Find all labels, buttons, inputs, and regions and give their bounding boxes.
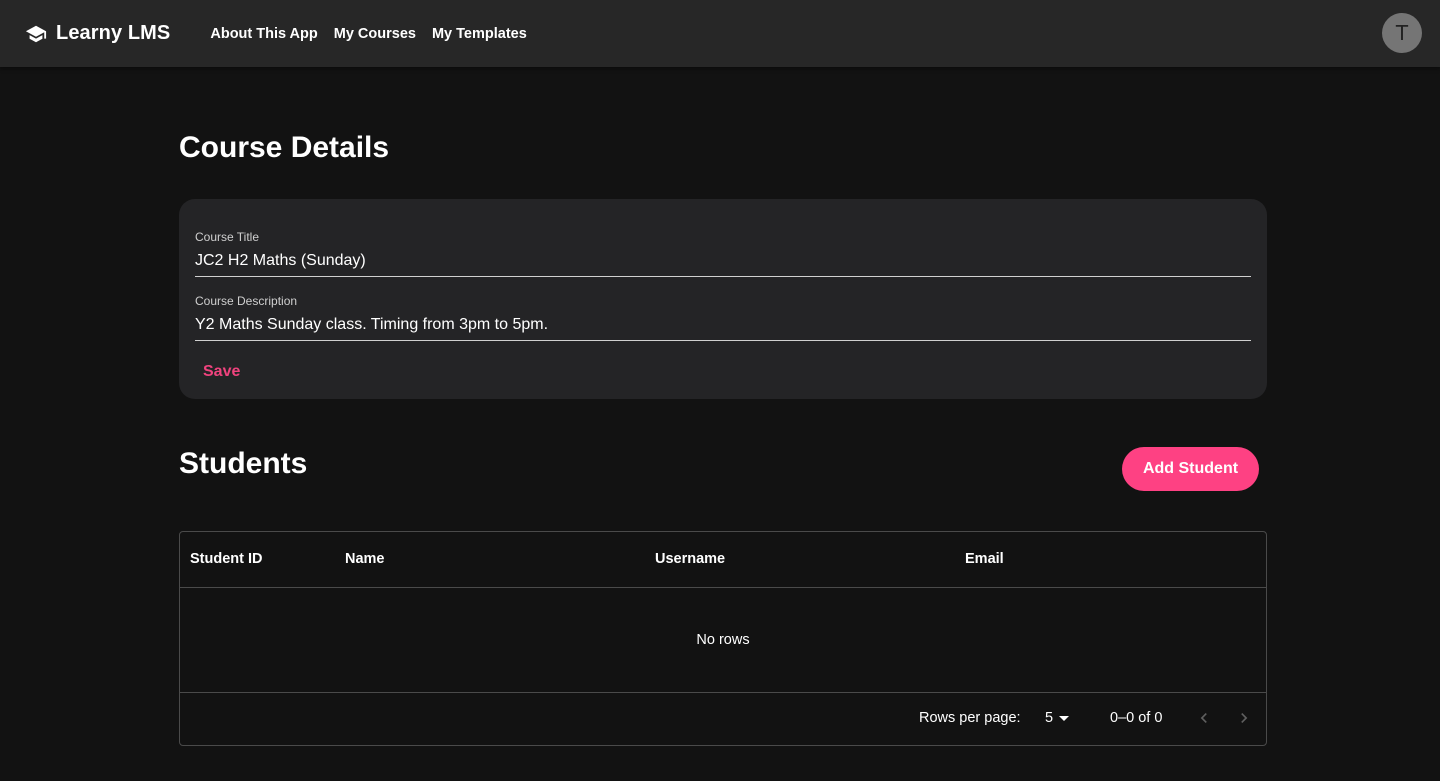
- graduation-cap-icon: [25, 23, 47, 45]
- course-details-card: Course Title Course Description Save: [179, 199, 1267, 399]
- add-student-button[interactable]: Add Student: [1122, 447, 1259, 491]
- rows-per-page-value: 5: [1045, 710, 1054, 726]
- column-header-username[interactable]: Username: [655, 551, 725, 567]
- course-title-input[interactable]: [195, 250, 1251, 277]
- course-title-field: Course Title: [195, 230, 1251, 277]
- rows-per-page-select[interactable]: 5: [1045, 710, 1070, 726]
- course-title-label: Course Title: [195, 230, 260, 244]
- students-table: Student ID Name Username Email No rows R…: [179, 531, 1267, 746]
- app-bar: Learny LMS About This App My Courses My …: [0, 0, 1440, 67]
- pagination-range: 0–0 of 0: [1110, 710, 1163, 726]
- students-title: Students: [179, 447, 308, 480]
- course-description-label: Course Description: [195, 294, 298, 308]
- chevron-right-icon: [1241, 713, 1248, 723]
- course-description-field: Course Description: [195, 294, 1251, 341]
- page-title: Course Details: [179, 131, 390, 164]
- brand[interactable]: Learny LMS: [25, 22, 170, 45]
- chevron-left-icon: [1200, 713, 1207, 723]
- main-nav: About This App My Courses My Templates: [210, 26, 542, 42]
- column-header-name[interactable]: Name: [345, 551, 385, 567]
- empty-rows-message: No rows: [180, 588, 1266, 693]
- nav-my-courses[interactable]: My Courses: [334, 26, 416, 42]
- column-header-student-id[interactable]: Student ID: [190, 551, 263, 567]
- course-description-input[interactable]: [195, 314, 1251, 341]
- chevron-down-icon: [1059, 715, 1070, 721]
- empty-rows-text: No rows: [696, 632, 750, 648]
- avatar[interactable]: T: [1382, 13, 1422, 53]
- nav-about[interactable]: About This App: [210, 26, 317, 42]
- brand-name: Learny LMS: [56, 22, 171, 44]
- table-pagination: Rows per page: 5 0–0 of 0: [180, 693, 1266, 746]
- save-button[interactable]: Save: [195, 359, 248, 385]
- rows-per-page-label: Rows per page:: [919, 710, 1021, 726]
- column-header-email[interactable]: Email: [965, 551, 1004, 567]
- nav-my-templates[interactable]: My Templates: [432, 26, 527, 42]
- next-page-button[interactable]: [1232, 706, 1256, 730]
- previous-page-button[interactable]: [1192, 706, 1216, 730]
- table-header: Student ID Name Username Email: [180, 532, 1266, 588]
